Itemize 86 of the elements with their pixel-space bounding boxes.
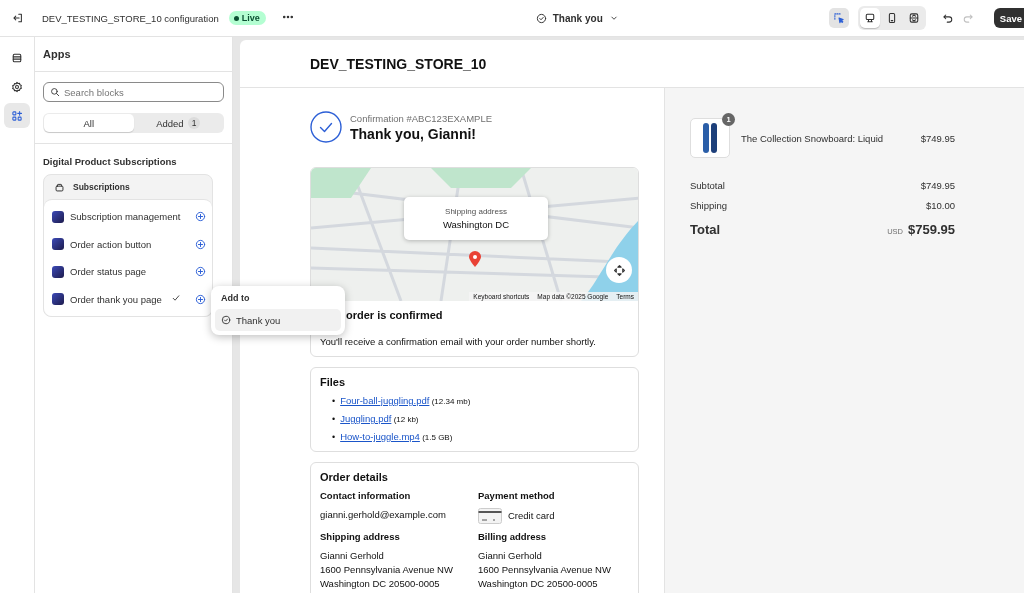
add-block-button[interactable] xyxy=(195,293,206,305)
greeting-heading: Thank you, Gianni! xyxy=(350,125,477,142)
search-icon xyxy=(50,87,60,97)
file-size: (12 kb) xyxy=(393,415,419,424)
settings-icon xyxy=(11,80,23,93)
move-arrows-icon xyxy=(612,263,626,277)
check-circle-icon xyxy=(221,315,231,325)
fullscreen-icon xyxy=(907,12,920,24)
confirmed-heading: order is confirmed xyxy=(346,309,444,321)
block-group-icon xyxy=(54,181,65,193)
detail-text: Gianni Gerhold 1600 Pennsylvania Avenue NW Washington DC 20500-0005 xyxy=(478,549,612,591)
block-label[interactable]: Order status page xyxy=(70,266,189,278)
chevron-down-icon xyxy=(608,13,619,23)
save-button[interactable]: Save xyxy=(993,8,1024,28)
total-value: $759.95 xyxy=(908,222,955,237)
summary-value: $10.00 xyxy=(925,200,955,211)
summary-label: Subtotal xyxy=(690,180,725,191)
confirmation-number: Confirmation #ABC123EXAMPLE xyxy=(350,112,493,124)
undo-icon xyxy=(941,12,954,24)
block-label[interactable]: Order thank you page xyxy=(70,293,165,305)
detail-heading: Payment method xyxy=(478,490,556,501)
file-link[interactable]: Four-ball-juggling.pdf xyxy=(340,395,430,406)
view-mode-button[interactable] xyxy=(859,8,880,28)
detail-heading: Shipping address xyxy=(320,531,401,542)
menu-title: Add to xyxy=(220,292,251,305)
filter-tab[interactable]: All xyxy=(44,114,134,132)
store-config-title: DEV_TESTING_STORE_10 configuration xyxy=(42,12,219,24)
add-block-button[interactable] xyxy=(195,211,206,223)
payment-method: Credit card xyxy=(508,509,555,523)
detail-text: gianni.gerhold@example.com xyxy=(320,508,447,522)
block-label[interactable]: Order action button xyxy=(70,238,189,250)
app-logo-icon xyxy=(52,265,64,278)
apps-icon xyxy=(11,109,23,122)
product-name: The Collection Snowboard: Liquid xyxy=(741,132,885,144)
map-popup-label: Shipping address xyxy=(445,207,507,216)
file-link[interactable]: How-to-juggle.mp4 xyxy=(340,431,420,442)
snowboard-icon xyxy=(702,122,718,154)
app-logo-icon xyxy=(52,293,64,306)
bullet: • xyxy=(332,396,336,406)
live-status-badge: Live xyxy=(228,11,266,25)
block-label[interactable]: Subscription management xyxy=(70,211,189,223)
count-badge: 1 xyxy=(187,117,201,129)
rail-button[interactable] xyxy=(4,103,30,128)
add-block-button[interactable] xyxy=(195,238,206,250)
plus-circle-icon xyxy=(195,293,206,305)
app-section-title: Digital Product Subscriptions xyxy=(43,156,178,167)
detail-heading: Billing address xyxy=(478,531,548,542)
file-link[interactable]: Juggling.pdf xyxy=(340,413,392,424)
summary-label: Shipping xyxy=(690,200,727,211)
inspector-button[interactable] xyxy=(828,8,849,28)
app-logo-icon xyxy=(52,238,64,251)
bullet: • xyxy=(332,414,336,424)
plus-circle-icon xyxy=(195,211,206,223)
file-size: (12.34 mb) xyxy=(431,397,471,406)
filter-tab[interactable]: Added 1 xyxy=(133,114,223,132)
panel-title: Apps xyxy=(43,48,71,60)
summary-value: $749.95 xyxy=(920,180,955,191)
check-circle-icon xyxy=(310,111,342,143)
files-title: Files xyxy=(320,376,347,388)
redo-icon xyxy=(961,12,974,24)
product-price: $749.95 xyxy=(920,132,955,144)
exit-icon xyxy=(12,12,24,24)
select-cursor-icon xyxy=(832,12,845,24)
sections-icon xyxy=(11,51,23,64)
plus-circle-icon xyxy=(195,238,206,250)
bullet: • xyxy=(332,432,336,442)
checkmark-icon xyxy=(171,293,181,304)
store-name: DEV_TESTING_STORE_10 xyxy=(310,55,487,72)
detail-text: Gianni Gerhold 1600 Pennsylvania Avenue NW Washington DC 20500-0005 xyxy=(320,549,454,591)
search-field[interactable]: Search blocks xyxy=(43,82,224,102)
file-size: (1.5 GB) xyxy=(422,433,453,442)
map-popup-value: Washington DC xyxy=(442,219,510,230)
page-selector[interactable]: Thank you xyxy=(535,12,619,24)
check-circle-icon xyxy=(535,12,547,24)
confirmed-message: You'll receive a confirmation email with your order number shortly. xyxy=(320,336,597,347)
plus-circle-icon xyxy=(195,266,206,278)
credit-card-icon xyxy=(478,508,502,524)
location-pin-icon xyxy=(469,251,481,267)
order-details-title: Order details xyxy=(320,471,389,483)
add-block-button[interactable] xyxy=(195,266,206,278)
app-logo-icon xyxy=(52,210,64,223)
group-title: Subscriptions xyxy=(73,182,130,192)
menu-item[interactable]: Thank you xyxy=(215,309,341,331)
total-label: Total xyxy=(690,222,722,237)
desktop-icon xyxy=(863,12,876,24)
detail-heading: Contact information xyxy=(320,490,412,501)
